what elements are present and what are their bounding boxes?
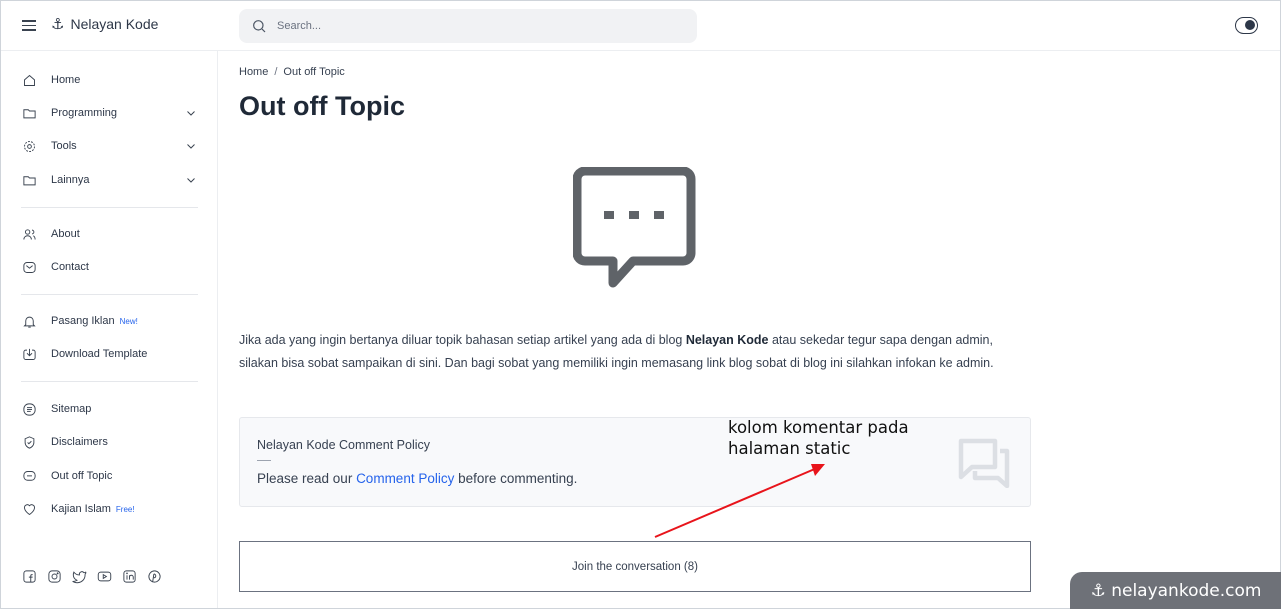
- comment-policy-text: Please read our Comment Policy before co…: [257, 471, 577, 486]
- new-badge: New!: [119, 317, 138, 326]
- annotation-arrow: [654, 464, 825, 538]
- join-conversation-button[interactable]: Join the conversation (8): [239, 541, 1031, 592]
- instagram-icon[interactable]: [46, 568, 62, 584]
- top-header: ⚓ Nelayan Kode: [1, 1, 1280, 51]
- chevron-down-icon[interactable]: [185, 174, 197, 186]
- description-blog-name: Nelayan Kode: [685, 333, 769, 347]
- brand-logo[interactable]: ⚓ Nelayan Kode: [51, 15, 158, 33]
- page-title: Out off Topic: [239, 91, 405, 121]
- hamburger-menu-icon[interactable]: [21, 17, 39, 35]
- gear-icon: [21, 138, 37, 154]
- sidebar-item-home[interactable]: Home: [21, 69, 199, 91]
- policy-text-after: before commenting.: [454, 471, 578, 486]
- folder-icon: [21, 105, 37, 121]
- list-icon: [21, 401, 37, 417]
- page-description: Jika ada yang ingin bertanya diluar topi…: [239, 329, 1031, 374]
- sidebar-item-pasang-iklan[interactable]: Pasang Iklan New!: [21, 310, 199, 332]
- sidebar-item-about[interactable]: About: [21, 223, 199, 245]
- annotation-line: kolom komentar pada: [728, 418, 909, 437]
- youtube-icon[interactable]: [96, 568, 112, 584]
- shield-icon: [21, 434, 37, 450]
- sidebar-item-label: Pasang Iklan: [51, 315, 115, 327]
- sidebar-item-out-off-topic[interactable]: Out off Topic: [21, 465, 199, 487]
- sidebar-divider: [21, 294, 198, 295]
- chevron-down-icon[interactable]: [185, 107, 197, 119]
- sidebar-divider: [21, 207, 198, 208]
- sidebar-item-label: Disclaimers: [51, 436, 108, 448]
- policy-divider: [257, 460, 271, 461]
- heart-icon: [21, 501, 37, 517]
- comment-policy-title: Nelayan Kode Comment Policy: [257, 438, 430, 452]
- users-icon: [21, 226, 37, 242]
- dark-mode-toggle[interactable]: [1235, 17, 1258, 34]
- breadcrumb: Home / Out off Topic: [239, 66, 345, 78]
- breadcrumb-home-link[interactable]: Home: [239, 66, 268, 78]
- sidebar: Home Programming Tools Lainnya About Con…: [1, 51, 218, 608]
- download-icon: [21, 346, 37, 362]
- pinterest-icon[interactable]: [146, 568, 162, 584]
- sidebar-item-tools[interactable]: Tools: [21, 135, 199, 157]
- sidebar-item-label: Contact: [51, 261, 89, 273]
- sidebar-item-kajian-islam[interactable]: Kajian Islam Free!: [21, 498, 199, 520]
- policy-text-before: Please read our: [257, 471, 357, 486]
- sidebar-item-label: About: [51, 228, 80, 240]
- bell-icon: [21, 313, 37, 329]
- linkedin-icon[interactable]: [121, 568, 137, 584]
- sidebar-item-label: Programming: [51, 107, 118, 119]
- comments-icon: [958, 438, 1010, 488]
- sidebar-item-label: Sitemap: [51, 403, 92, 415]
- social-links: [21, 568, 162, 584]
- mail-icon: [21, 259, 37, 275]
- sidebar-item-label: Tools: [51, 140, 77, 152]
- sidebar-item-label: Download Template: [51, 348, 148, 360]
- sidebar-item-lainnya[interactable]: Lainnya: [21, 169, 199, 191]
- sidebar-item-programming[interactable]: Programming: [21, 102, 199, 124]
- facebook-icon[interactable]: [21, 568, 37, 584]
- sidebar-item-disclaimers[interactable]: Disclaimers: [21, 431, 199, 453]
- brand-name: Nelayan Kode: [70, 16, 159, 32]
- sidebar-item-contact[interactable]: Contact: [21, 256, 199, 278]
- folder-icon: [21, 172, 37, 188]
- sidebar-item-download-template[interactable]: Download Template: [21, 343, 199, 365]
- anchor-icon: ⚓: [51, 16, 65, 33]
- comment-policy-link[interactable]: Comment Policy: [356, 471, 454, 486]
- sidebar-item-label: Lainnya: [51, 174, 90, 186]
- home-icon: [21, 72, 37, 88]
- sidebar-item-label: Kajian Islam: [51, 503, 111, 515]
- free-badge: Free!: [115, 505, 135, 514]
- breadcrumb-current: Out off Topic: [283, 66, 345, 78]
- chevron-down-icon[interactable]: [185, 140, 197, 152]
- comment-policy-box: Nelayan Kode Comment Policy Please read …: [239, 417, 1031, 507]
- watermark-badge: ⚓ nelayankode.com: [1070, 572, 1281, 609]
- sidebar-item-label: Home: [51, 74, 81, 86]
- annotation-text: kolom komentar pada halaman static: [728, 417, 909, 459]
- search-icon: [253, 20, 266, 33]
- description-text: Jika ada yang ingin bertanya diluar topi…: [239, 333, 686, 347]
- sidebar-divider: [21, 381, 198, 382]
- breadcrumb-separator: /: [274, 66, 278, 78]
- search-input[interactable]: [277, 20, 677, 32]
- search-bar[interactable]: [239, 9, 697, 43]
- chat-icon: [21, 468, 37, 484]
- twitter-icon[interactable]: [71, 568, 87, 584]
- chat-bubble-icon: [573, 167, 696, 288]
- sidebar-item-label: Out off Topic: [51, 470, 113, 482]
- sidebar-item-sitemap[interactable]: Sitemap: [21, 398, 199, 420]
